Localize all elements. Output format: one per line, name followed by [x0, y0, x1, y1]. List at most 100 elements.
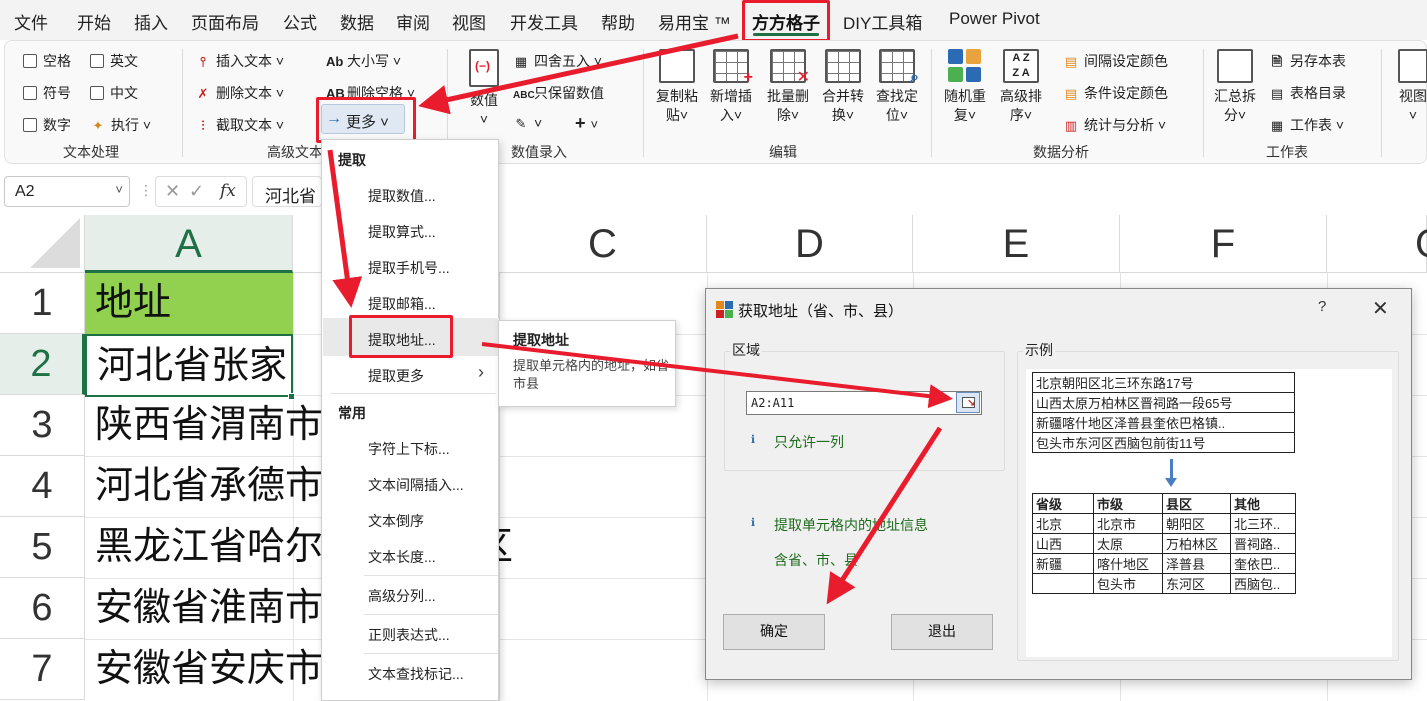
- menu-item-reverse-text[interactable]: 文本倒序: [368, 511, 424, 531]
- copy-paste-button[interactable]: 复制粘 贴˅: [651, 49, 703, 125]
- merge-convert-icon: [825, 49, 861, 83]
- cell-a7[interactable]: 安徽省安庆市: [85, 639, 325, 701]
- random-repeat-button[interactable]: 随机重 复˅: [939, 49, 991, 125]
- menu-item-extract-formula[interactable]: 提取算式...: [368, 222, 436, 242]
- cell-a1[interactable]: 地址: [85, 273, 293, 335]
- checkbox-space[interactable]: 空格: [23, 51, 71, 71]
- worksheet-button[interactable]: ▦ 工作表 ˅: [1269, 115, 1344, 135]
- checkbox-symbol[interactable]: 符号: [23, 83, 71, 103]
- new-insert-button[interactable]: + 新增插 入˅: [705, 49, 757, 125]
- tab-power-pivot[interactable]: Power Pivot: [949, 9, 1040, 29]
- confirm-icon[interactable]: ✓: [189, 181, 204, 202]
- menu-item-extract-number[interactable]: 提取数值...: [368, 186, 436, 206]
- insert-text-button[interactable]: ⫯ 插入文本 ˅: [195, 51, 284, 71]
- tab-developer[interactable]: 开发工具: [510, 9, 578, 34]
- tab-page-layout[interactable]: 页面布局: [191, 9, 259, 34]
- column-header-a[interactable]: A: [85, 215, 293, 273]
- case-button[interactable]: Ab 大小写 ˅: [326, 51, 401, 71]
- tab-review[interactable]: 审阅: [396, 9, 430, 34]
- cut-text-button[interactable]: ⫶ 截取文本 ˅: [195, 115, 284, 135]
- chevron-right-icon: ›: [478, 362, 484, 382]
- advanced-sort-button[interactable]: A ZZ A 高级排 序˅: [995, 49, 1047, 125]
- tab-file[interactable]: 文件: [14, 9, 48, 34]
- select-all-corner[interactable]: [0, 215, 85, 273]
- menu-item-extract-more[interactable]: 提取更多: [368, 366, 424, 386]
- checkbox-box[interactable]: [23, 86, 37, 100]
- column-header-c[interactable]: C: [499, 215, 707, 273]
- insert-function-icon[interactable]: fx: [220, 181, 236, 201]
- cancel-icon[interactable]: ✕: [165, 181, 180, 202]
- checkbox-number[interactable]: 数字: [23, 115, 71, 135]
- row-header-5[interactable]: 5: [0, 517, 85, 578]
- tab-diy-toolbox[interactable]: DIY工具箱: [843, 9, 922, 34]
- exit-button[interactable]: 退出: [891, 614, 993, 650]
- menu-item-extract-phone[interactable]: 提取手机号...: [368, 258, 450, 278]
- stats-button[interactable]: ▥ 统计与分析 ˅: [1063, 115, 1166, 135]
- drag-handle-icon[interactable]: ⋮: [139, 182, 153, 199]
- checkbox-box[interactable]: [90, 86, 104, 100]
- keep-number-button[interactable]: ABC只保留数值: [513, 83, 604, 103]
- view-button[interactable]: 视图 ˅: [1393, 49, 1427, 125]
- interval-color-button[interactable]: ▤ 间隔设定颜色: [1063, 51, 1168, 71]
- batch-delete-button[interactable]: ✕ 批量删 除˅: [762, 49, 814, 125]
- menu-item-text-length[interactable]: 文本长度...: [368, 547, 436, 567]
- edit-value-button[interactable]: ✎ ˅: [513, 115, 543, 132]
- range-select-button[interactable]: ↘: [956, 392, 980, 413]
- column-header-f[interactable]: F: [1120, 215, 1327, 273]
- save-as-button[interactable]: 🗎 另存本表: [1269, 51, 1346, 75]
- column-header-g[interactable]: G: [1327, 215, 1427, 273]
- range-input[interactable]: A2:A11: [746, 391, 982, 415]
- delete-text-button[interactable]: ✗ 删除文本 ˅: [195, 83, 285, 103]
- find-locate-icon: ⌕: [879, 49, 919, 86]
- close-icon[interactable]: ✕: [1372, 296, 1389, 321]
- row-header-1[interactable]: 1: [0, 273, 85, 334]
- summary-split-button[interactable]: 汇总拆 分˅: [1209, 49, 1261, 125]
- menu-item-regex[interactable]: 正则表达式...: [368, 625, 450, 645]
- checkbox-box[interactable]: [23, 54, 37, 68]
- tab-formulas[interactable]: 公式: [283, 9, 317, 34]
- merge-convert-button[interactable]: 合并转 换˅: [817, 49, 869, 125]
- name-box[interactable]: A2 ˅: [4, 176, 130, 207]
- plus-button[interactable]: + ˅: [575, 113, 598, 134]
- toc-button[interactable]: ▤ 表格目录: [1269, 83, 1346, 103]
- help-icon[interactable]: ?: [1318, 298, 1326, 315]
- tab-insert[interactable]: 插入: [134, 9, 168, 34]
- column-header-e[interactable]: E: [913, 215, 1120, 273]
- tab-help[interactable]: 帮助: [601, 9, 635, 34]
- value-icon: (−): [469, 49, 499, 87]
- checkbox-chinese[interactable]: 中文: [90, 83, 138, 103]
- checkbox-english[interactable]: 英文: [90, 51, 138, 71]
- row-header-7[interactable]: 7: [0, 639, 85, 700]
- checkbox-box[interactable]: [23, 118, 37, 132]
- formula-input[interactable]: 河北省: [252, 176, 322, 207]
- chevron-down-icon[interactable]: ˅: [115, 182, 123, 197]
- column-header-d[interactable]: D: [707, 215, 913, 273]
- tab-yiyongbao[interactable]: 易用宝 ™: [658, 9, 731, 34]
- menu-item-superscript[interactable]: 字符上下标...: [368, 439, 450, 459]
- row-header-6[interactable]: 6: [0, 578, 85, 639]
- find-locate-button[interactable]: ⌕ 查找定 位˅: [871, 49, 923, 125]
- copy-paste-icon: [659, 49, 695, 83]
- row-header-2[interactable]: 2: [0, 334, 85, 395]
- tab-data[interactable]: 数据: [340, 9, 374, 34]
- cond-color-button[interactable]: ▤ 条件设定颜色: [1063, 83, 1168, 103]
- row-header-4[interactable]: 4: [0, 456, 85, 517]
- tab-view[interactable]: 视图: [452, 9, 486, 34]
- execute-button[interactable]: ✦ 执行 ˅: [90, 115, 152, 135]
- menu-item-advanced-split[interactable]: 高级分列...: [368, 586, 436, 606]
- ok-button[interactable]: 确定: [723, 614, 825, 650]
- menu-bar: 文件 开始 插入 页面布局 公式 数据 审阅 视图 开发工具 帮助 易用宝 ™ …: [0, 0, 1427, 40]
- value-button[interactable]: (−) 数值 ˅: [461, 49, 507, 129]
- tab-home[interactable]: 开始: [77, 9, 111, 34]
- cell-a4[interactable]: 河北省承德市: [85, 456, 325, 518]
- cell-a3[interactable]: 陕西省渭南市: [85, 395, 325, 457]
- checkbox-box[interactable]: [90, 54, 104, 68]
- cell-a6[interactable]: 安徽省淮南市: [85, 578, 325, 640]
- row-header-3[interactable]: 3: [0, 395, 85, 456]
- cell-a2-selected[interactable]: 河北省张家口: [85, 334, 293, 397]
- round-button[interactable]: ▦ 四舍五入 ˅: [513, 51, 602, 71]
- menu-item-text-find-mark[interactable]: 文本查找标记...: [368, 664, 464, 684]
- menu-item-extract-email[interactable]: 提取邮箱...: [368, 294, 436, 314]
- menu-item-interval-insert[interactable]: 文本间隔插入...: [368, 475, 464, 495]
- worksheet-label: 工作表: [1290, 117, 1332, 133]
